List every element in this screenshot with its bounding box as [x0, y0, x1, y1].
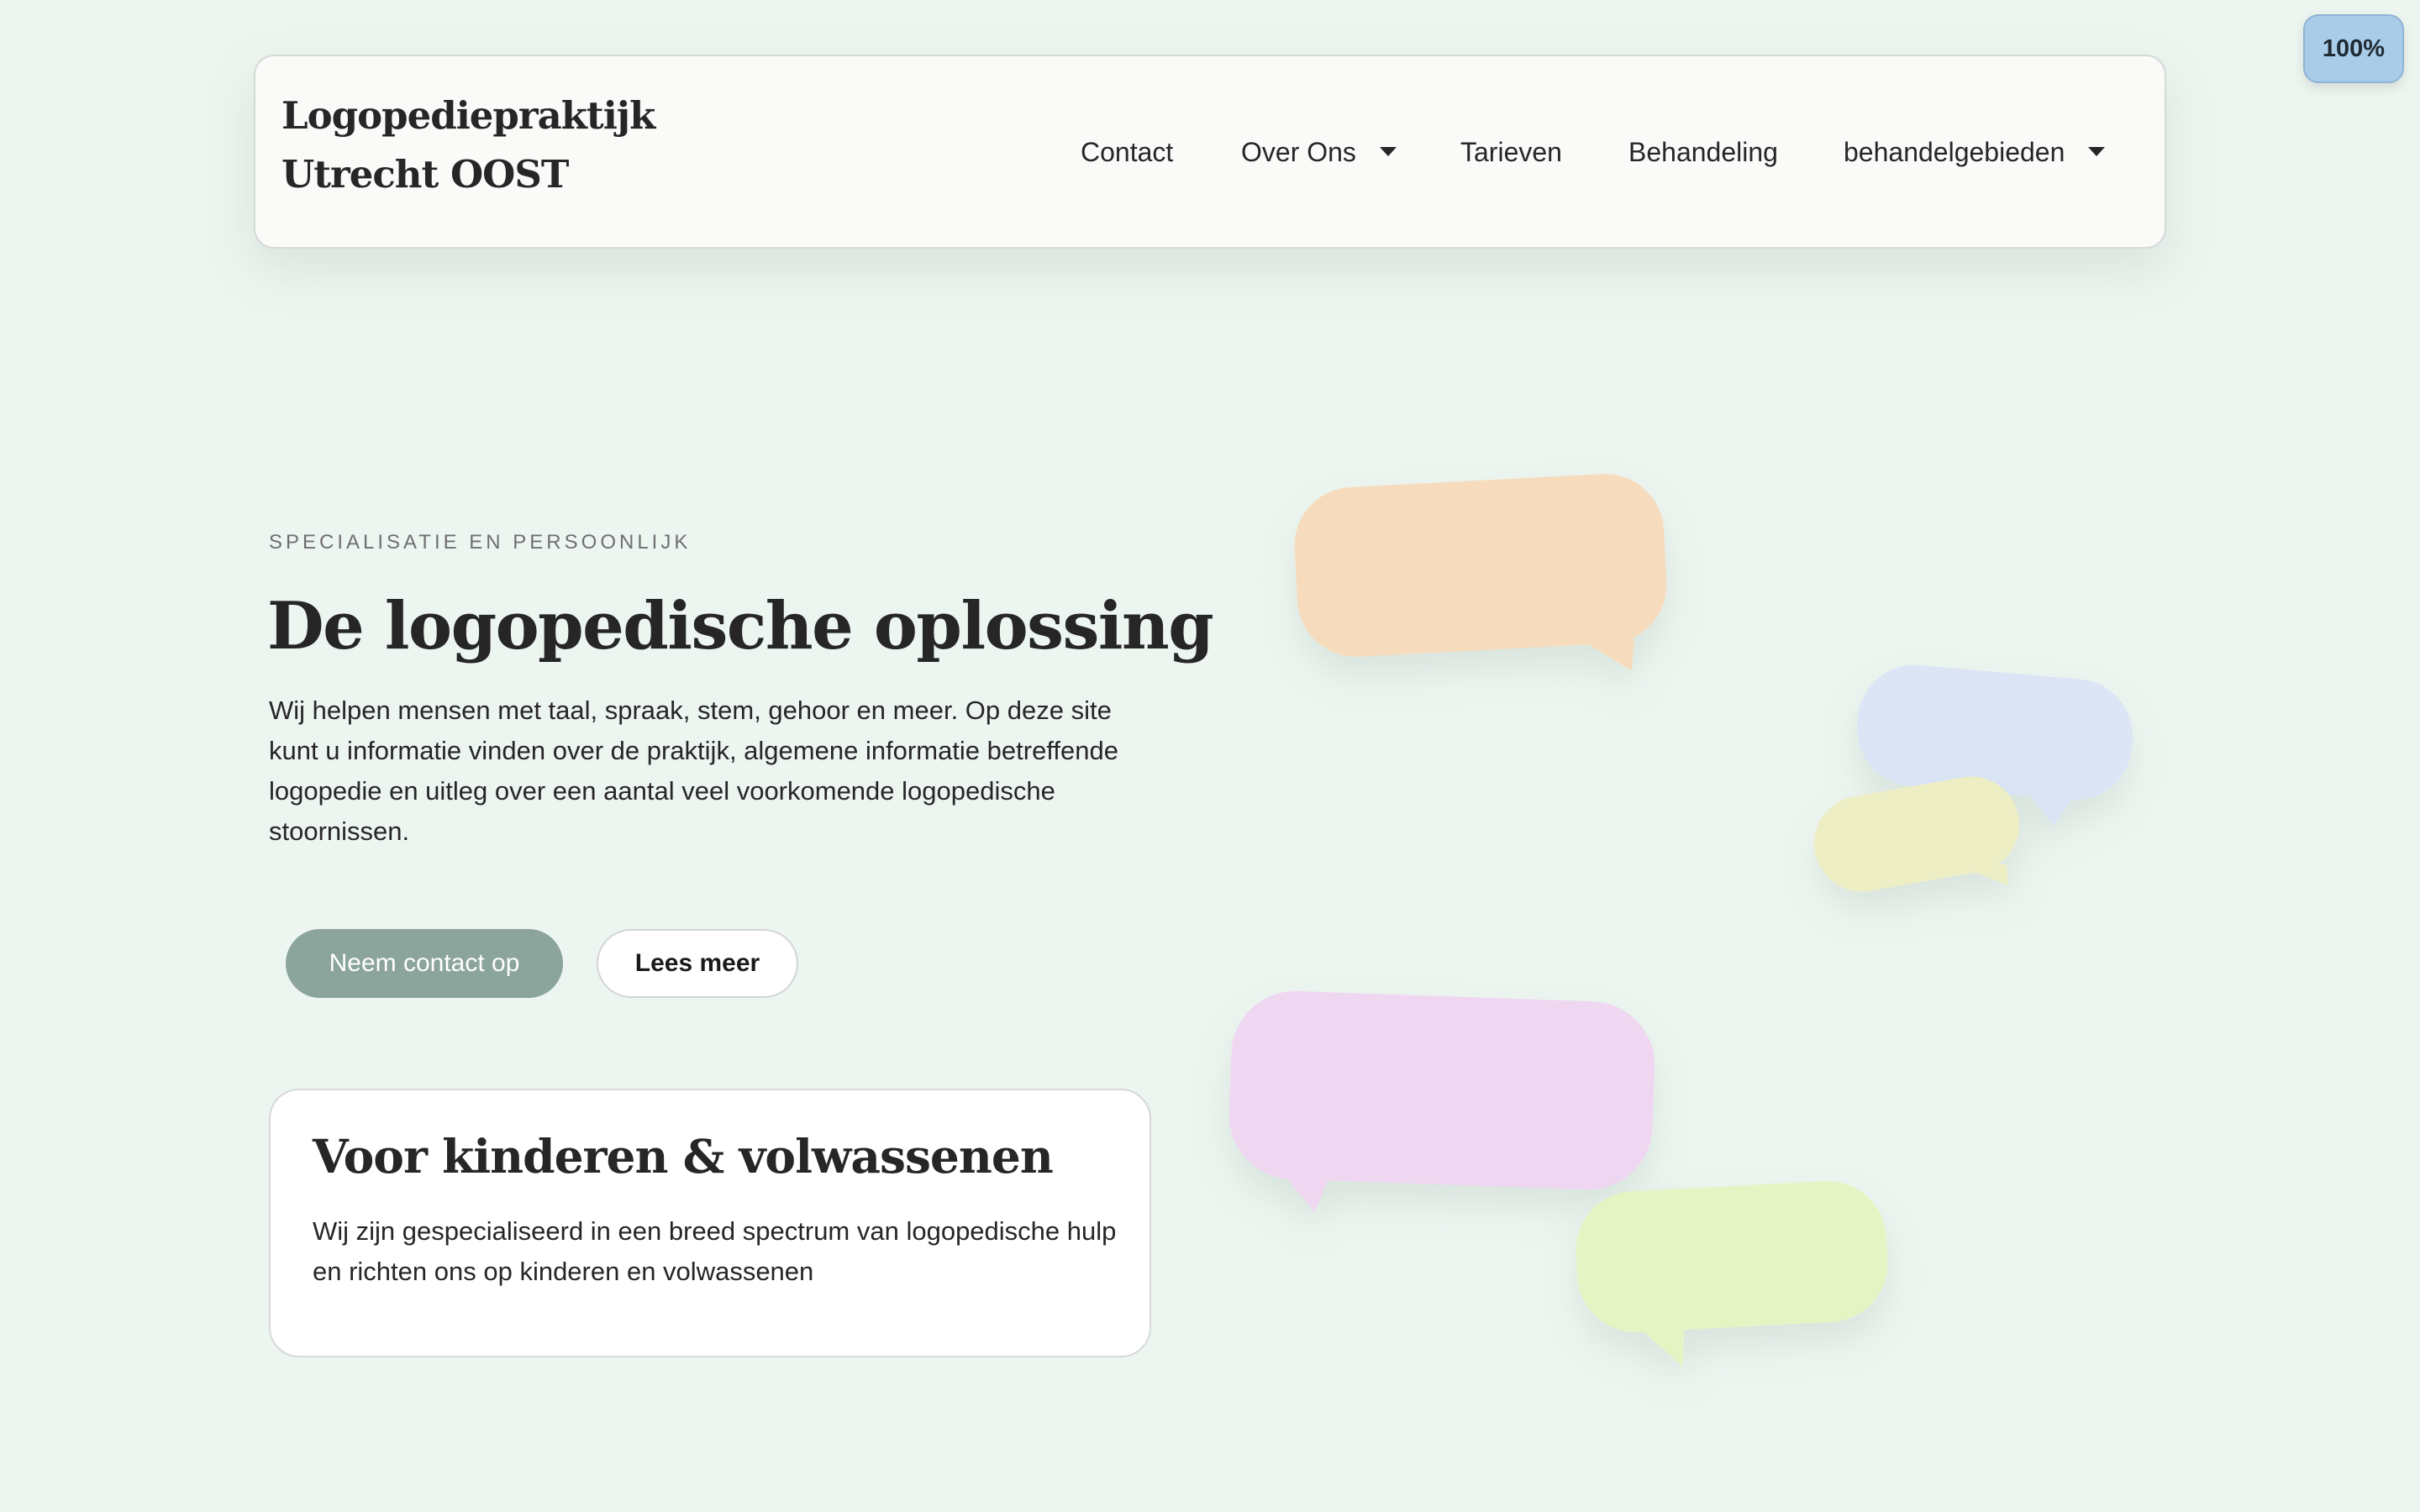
hero-eyebrow: SPECIALISATIE EN PERSOONLIJK	[269, 531, 692, 554]
nav-tarieven[interactable]: Tarieven	[1460, 135, 1562, 169]
chevron-down-icon	[1379, 147, 1397, 157]
feature-card-text: Wij zijn gespecialiseerd in een breed sp…	[313, 1216, 1117, 1286]
nav-contact[interactable]: Contact	[1081, 135, 1173, 169]
speech-bubble-orange	[1294, 474, 1667, 671]
hero-description: Wij helpen mensen met taal, spraak, stem…	[269, 696, 1118, 846]
hero-title: De logopedische oplossing	[267, 588, 1214, 664]
read-more-button-label: Lees meer	[634, 949, 760, 977]
nav-behandeling[interactable]: Behandeling	[1628, 135, 1778, 169]
zoom-level-badge[interactable]: 100%	[2303, 14, 2404, 83]
nav-behandelgebieden-label: behandelgebieden	[1844, 137, 2065, 167]
brand-line-1: Logopediepraktijk	[281, 93, 655, 138]
nav-over-ons-label: Over Ons	[1241, 137, 1356, 167]
site-header: Logopediepraktijk Utrecht OOST Contact O…	[254, 55, 2166, 249]
feature-card: Voor kinderen & volwassenen Wij zijn ges…	[269, 1089, 1151, 1357]
contact-button-label: Neem contact op	[329, 949, 520, 977]
brand-line-2: Utrecht OOST	[281, 152, 569, 197]
speech-bubble-green	[1576, 1181, 1888, 1368]
chevron-down-icon	[2088, 147, 2106, 157]
speech-bubble-blue	[1857, 664, 2133, 826]
site-logo[interactable]: Logopediepraktijk Utrecht OOST	[281, 87, 668, 204]
nav-over-ons[interactable]: Over Ons	[1241, 135, 1397, 169]
nav-behandeling-label: Behandeling	[1628, 137, 1778, 167]
read-more-button[interactable]: Lees meer	[597, 929, 798, 998]
speech-bubble-yellow	[1814, 776, 2019, 892]
nav-tarieven-label: Tarieven	[1460, 137, 1562, 167]
contact-button[interactable]: Neem contact op	[286, 929, 563, 998]
zoom-level-label: 100%	[2322, 34, 2386, 62]
feature-card-title: Voor kinderen & volwassenen	[313, 1129, 1054, 1184]
nav-contact-label: Contact	[1081, 137, 1174, 167]
speech-bubble-pink	[1228, 990, 1655, 1212]
nav-behandelgebieden[interactable]: behandelgebieden	[1844, 135, 2106, 169]
